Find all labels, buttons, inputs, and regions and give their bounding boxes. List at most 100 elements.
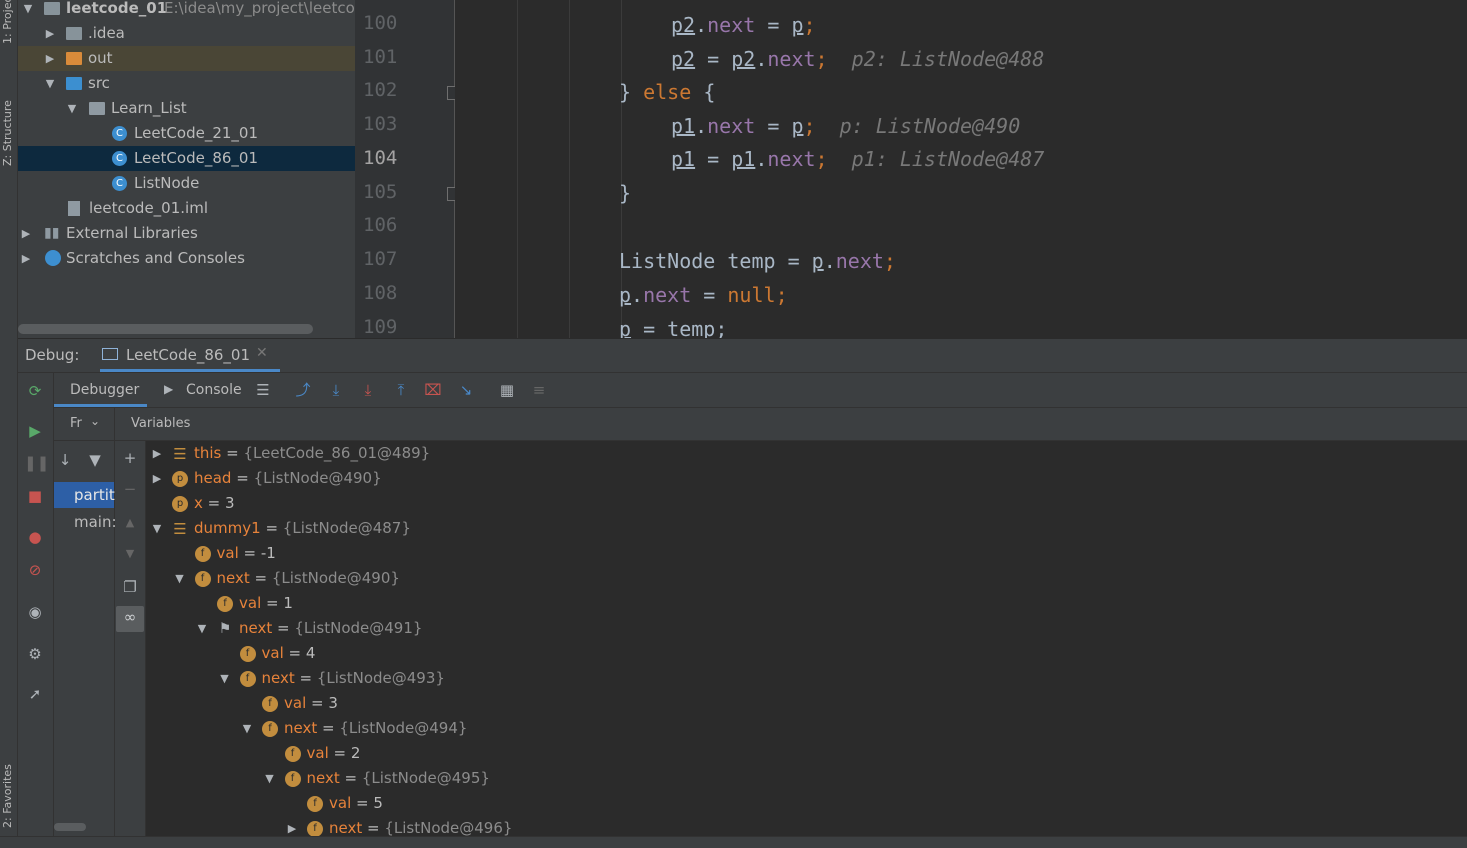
project-tool-tab[interactable]: 1: Project [1, 0, 16, 44]
trace-icon[interactable]: ≡ [528, 379, 550, 401]
frames-scrollbar[interactable] [54, 823, 86, 831]
variable-row[interactable]: f val = 2 [284, 741, 360, 766]
variable-row[interactable]: ▼ ⚑ next = {ListNode@491} [198, 616, 423, 641]
equals-sign: = [238, 544, 261, 562]
collapse-arrow-icon[interactable]: ▼ [263, 766, 277, 791]
variable-row[interactable]: ▼ f next = {ListNode@490} [175, 566, 400, 591]
pin-icon[interactable]: ➚ [24, 683, 46, 705]
frames-selector[interactable]: Fr ⌄ [54, 408, 114, 441]
frame-item[interactable]: main: [54, 509, 117, 535]
camera-icon[interactable]: ◉ [24, 601, 46, 623]
equals-sign: = [339, 769, 362, 787]
variable-row[interactable]: f val = 5 [307, 791, 383, 816]
variable-name: val [306, 744, 329, 762]
rerun-icon[interactable]: ⟳ [24, 380, 46, 402]
debug-session-tab[interactable]: LeetCode_86_01 ✕ [100, 339, 280, 372]
collapse-arrow-icon[interactable]: ▼ [150, 516, 164, 541]
frame-item-selected[interactable]: partit [54, 482, 115, 508]
variable-row[interactable]: f val = 4 [239, 641, 315, 666]
tree-item-label: LeetCode_86_01 [134, 149, 259, 167]
local-variable-icon: ☰ [173, 444, 187, 463]
collapse-arrow-icon[interactable]: ▼ [66, 96, 78, 121]
step-into-icon[interactable]: ⤓ [325, 379, 347, 401]
pause-icon[interactable]: ❚❚ [24, 452, 49, 474]
expand-arrow-icon[interactable]: ▶ [44, 46, 56, 71]
code-line-107: ListNode temp = p.next; [455, 245, 1467, 278]
resume-icon[interactable]: ▶ [24, 420, 46, 442]
expand-arrow-icon[interactable]: ▶ [20, 221, 32, 246]
tree-item-external-libraries[interactable]: ▶ ▮▮ External Libraries [18, 221, 355, 246]
collapse-arrow-icon[interactable]: ▼ [22, 0, 34, 21]
variable-row[interactable]: ▶ ☰ this = {LeetCode_86_01@489} [153, 441, 430, 466]
variable-name: next [329, 819, 363, 837]
variable-row[interactable]: f val = 1 [217, 591, 293, 616]
expand-arrow-icon[interactable]: ▶ [44, 21, 56, 46]
code-token: ; [803, 114, 816, 138]
step-over-icon[interactable]: ⤴ [292, 379, 314, 401]
gear-icon[interactable]: ⚙ [24, 643, 46, 665]
tree-item-scratches[interactable]: ▶ Scratches and Consoles [18, 246, 355, 271]
code-token: . [755, 147, 768, 171]
variable-row[interactable]: ▶ p head = {ListNode@490} [153, 466, 382, 491]
tree-item-learn-list[interactable]: ▼ Learn_List [18, 96, 355, 121]
force-step-into-icon[interactable]: ⤓ [357, 379, 379, 401]
collapse-arrow-icon[interactable]: ▼ [240, 716, 254, 741]
variables-header: Variables [115, 408, 1467, 441]
step-out-icon[interactable]: ⤒ [390, 379, 412, 401]
structure-tool-tab[interactable]: Z: Structure [1, 76, 16, 166]
tree-item-label: leetcode_01.iml [89, 199, 208, 217]
collapse-arrow-icon[interactable]: ▼ [44, 71, 56, 96]
expand-arrow-icon[interactable]: ▶ [150, 441, 164, 466]
tree-item-listnode[interactable]: C ListNode [18, 171, 355, 196]
code-editor[interactable]: p2.next = p; p2 = p2.next; p2: ListNode@… [455, 0, 1467, 338]
variable-name: x [194, 494, 203, 512]
variable-value: {ListNode@494} [339, 719, 468, 737]
tree-item-leetcode-86[interactable]: C LeetCode_86_01 [18, 146, 355, 171]
move-down-icon[interactable]: ▼ [119, 543, 141, 565]
tree-item-leetcode-21[interactable]: C LeetCode_21_01 [18, 121, 355, 146]
tree-item-idea[interactable]: ▶ .idea [18, 21, 355, 46]
variable-row[interactable]: ▼ f next = {ListNode@493} [220, 666, 445, 691]
drop-frame-icon[interactable]: ⌧ [422, 379, 444, 401]
collapse-arrow-icon[interactable]: ▼ [195, 616, 209, 641]
variable-row[interactable]: ▼ ☰ dummy1 = {ListNode@487} [153, 516, 411, 541]
copy-icon[interactable]: ❐ [119, 576, 141, 598]
evaluate-expression-icon[interactable]: ▦ [496, 379, 518, 401]
view-breakpoints-icon[interactable]: ● [24, 526, 46, 548]
tree-item-src[interactable]: ▼ src [18, 71, 355, 96]
variable-row[interactable]: ▼ f next = {ListNode@495} [265, 766, 490, 791]
favorites-tool-tab[interactable]: 2: Favorites [1, 728, 16, 828]
collapse-arrow-icon[interactable]: ▼ [173, 566, 187, 591]
arrow-down-icon[interactable]: ↓ [54, 449, 76, 471]
stop-icon[interactable]: ■ [24, 485, 46, 507]
filter-icon[interactable]: ▼ [84, 449, 106, 471]
add-watch-icon[interactable]: + [119, 447, 141, 469]
frames-panel: Fr ⌄ ↓ ▼ partit main: [54, 408, 117, 847]
tree-item-out[interactable]: ▶ out [18, 46, 355, 71]
folder-icon [66, 27, 82, 40]
variable-value: -1 [260, 544, 276, 562]
code-token: . [695, 114, 708, 138]
equals-sign: = [221, 444, 244, 462]
glasses-icon[interactable]: ∞ [116, 606, 144, 632]
close-icon[interactable]: ✕ [256, 345, 268, 361]
expand-arrow-icon[interactable]: ▶ [20, 246, 32, 271]
tab-debugger[interactable]: Debugger [54, 373, 147, 407]
tree-item-iml[interactable]: leetcode_01.iml [18, 196, 355, 221]
variable-row[interactable]: px = 3 [172, 491, 235, 516]
variable-row[interactable]: f val = -1 [194, 541, 276, 566]
tree-item-label: ListNode [134, 174, 200, 192]
tab-console[interactable]: ▶ Console [162, 373, 248, 407]
variable-row[interactable]: ▼ f next = {ListNode@494} [243, 716, 468, 741]
field-icon: f [217, 595, 233, 612]
collapse-arrow-icon[interactable]: ▼ [218, 666, 232, 691]
tree-horizontal-scrollbar[interactable] [18, 324, 313, 334]
threads-menu-icon[interactable]: ☰ [252, 379, 274, 401]
run-to-cursor-icon[interactable]: ↘ [455, 379, 477, 401]
expand-arrow-icon[interactable]: ▶ [150, 466, 164, 491]
tree-root[interactable]: ▼ leetcode_01 E:\idea\my_project\leetcod… [18, 0, 355, 21]
mute-breakpoints-icon[interactable]: ⊘ [24, 559, 46, 581]
remove-watch-icon[interactable]: − [119, 478, 141, 500]
move-up-icon[interactable]: ▲ [119, 512, 141, 534]
variable-row[interactable]: f val = 3 [262, 691, 338, 716]
